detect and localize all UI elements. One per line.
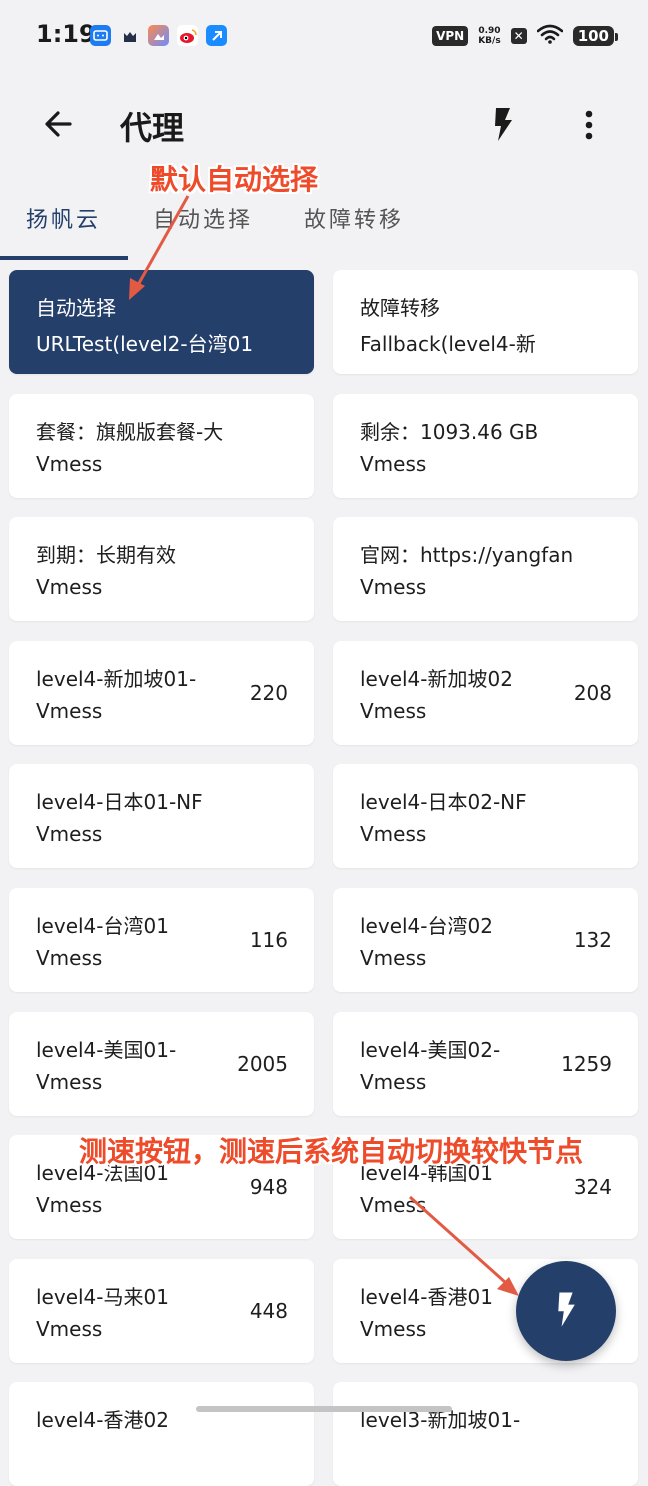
annotation-default-auto-select: 默认自动选择 [150,163,319,196]
active-tab-indicator [0,256,128,260]
proxy-name: level4-日本01-NF [36,790,203,814]
status-time: 1:19 [36,20,96,48]
proxy-type: Vmess [36,1193,103,1217]
proxy-name: 到期：长期有效 [36,543,176,567]
proxy-name: level4-香港01 [360,1285,493,1309]
status-indicators: VPN 0.90 KB/s ✕ 100 [432,24,619,48]
proxy-card[interactable]: 官网：https://yangfan Vmess [333,517,638,621]
cat-app-icon [119,25,140,46]
proxy-name: level4-日本02-NF [360,790,527,814]
proxy-name: level4-新加坡02 [360,667,513,691]
proxy-delay: 948 [249,1175,288,1199]
proxy-name: level4-美国02- [360,1038,501,1062]
proxy-type: Vmess [36,1070,103,1094]
proxy-delay: 220 [249,681,288,705]
tab-yangfanyun[interactable]: 扬帆云 [26,202,101,234]
proxy-type: Vmess [360,946,427,970]
more-options-button[interactable] [572,104,606,144]
proxy-type: Vmess [36,946,103,970]
notification-icons [90,25,227,46]
proxy-card[interactable]: level4-台湾01 Vmess 116 [9,888,314,992]
browser-app-icon [206,25,227,46]
proxy-name: level4-香港02 [36,1408,169,1432]
proxy-name: level4-台湾01 [36,914,169,938]
proxy-type: Vmess [36,699,103,723]
tab-fallback[interactable]: 故障转移 [304,202,404,234]
proxy-name: level4-新加坡01- [36,667,197,691]
proxy-delay: 2005 [237,1052,288,1076]
network-speed-unit: KB/s [478,36,501,46]
lightning-bolt-icon [488,108,518,148]
gallery-app-icon [148,25,169,46]
proxy-delay: 448 [249,1299,288,1323]
proxy-card[interactable]: level4-新加坡02 Vmess 208 [333,641,638,745]
speed-test-fab[interactable] [516,1261,616,1361]
bilibili-tv-icon [90,25,111,46]
proxy-card[interactable]: level4-日本01-NF Vmess [9,764,314,868]
home-indicator[interactable] [196,1406,452,1412]
proxy-name: 剩余：1093.46 GB [360,420,539,444]
network-speed: 0.90 KB/s [478,26,500,46]
proxy-type: Vmess [36,575,103,599]
proxy-card[interactable]: level4-马来01 Vmess 448 [9,1259,314,1363]
proxy-card[interactable]: 到期：长期有效 Vmess [9,517,314,621]
annotation-speed-test-note: 测速按钮，测速后系统自动切换较快节点 [79,1135,584,1168]
wifi-icon [536,24,563,48]
proxy-type: Vmess [360,1070,427,1094]
back-button[interactable] [40,104,80,144]
proxy-name: level4-马来01 [36,1285,169,1309]
proxy-type: Vmess [360,1193,427,1217]
proxy-card[interactable]: level4-美国01- Vmess 2005 [9,1012,314,1116]
proxy-card[interactable]: level4-香港02 [9,1382,314,1486]
proxy-name: level4-美国01- [36,1038,177,1062]
proxy-card[interactable]: level4-新加坡01- Vmess 220 [9,641,314,745]
proxy-type: Vmess [360,699,427,723]
proxy-type: Vmess [360,1317,427,1341]
vpn-badge: VPN [432,26,469,46]
proxy-card[interactable]: 故障转移 Fallback(level4-新 [333,270,638,374]
proxy-delay: 208 [573,681,612,705]
proxy-name: 官网：https://yangfan [360,543,574,567]
proxy-type: Vmess [36,452,103,476]
proxy-type: Vmess [36,1317,103,1341]
proxy-type: Vmess [36,822,103,846]
proxy-type: URLTest(level2-台湾01 [36,332,254,356]
status-bar: 1:19 VPN 0.90 KB/s ✕ 100 [0,0,648,72]
proxy-delay: 132 [573,928,612,952]
proxy-type: Vmess [360,452,427,476]
lightning-bolt-icon [549,1287,583,1335]
proxy-card[interactable]: level4-台湾02 Vmess 132 [333,888,638,992]
proxy-delay: 324 [573,1175,612,1199]
battery-indicator: 100 [572,26,619,46]
weibo-icon [177,25,198,46]
proxy-type: Fallback(level4-新 [360,332,536,356]
proxy-type: Vmess [360,575,427,599]
proxy-name: 自动选择 [36,296,116,320]
proxy-card[interactable]: level4-美国02- Vmess 1259 [333,1012,638,1116]
proxy-type: Vmess [360,822,427,846]
tab-auto-select[interactable]: 自动选择 [153,202,253,234]
arrow-left-icon [40,111,80,148]
group-tabs: 扬帆云 自动选择 故障转移 [0,190,648,262]
no-sim-icon: ✕ [510,28,527,44]
proxy-name: level4-台湾02 [360,914,493,938]
more-vertical-icon [572,110,606,148]
speed-test-toolbar-button[interactable] [488,104,522,144]
network-speed-value: 0.90 [478,26,501,36]
proxy-delay: 116 [249,928,288,952]
page-title: 代理 [120,109,185,147]
proxy-card[interactable]: 剩余：1093.46 GB Vmess [333,394,638,498]
proxy-delay: 1259 [561,1052,612,1076]
proxy-name: 套餐：旗舰版套餐-大 [36,420,224,444]
proxy-card[interactable]: 套餐：旗舰版套餐-大 Vmess [9,394,314,498]
proxy-card[interactable]: level3-新加坡01- [333,1382,638,1486]
proxy-card[interactable]: 自动选择 URLTest(level2-台湾01 [9,270,314,374]
proxy-card[interactable]: level4-日本02-NF Vmess [333,764,638,868]
proxy-name: 故障转移 [360,296,440,320]
